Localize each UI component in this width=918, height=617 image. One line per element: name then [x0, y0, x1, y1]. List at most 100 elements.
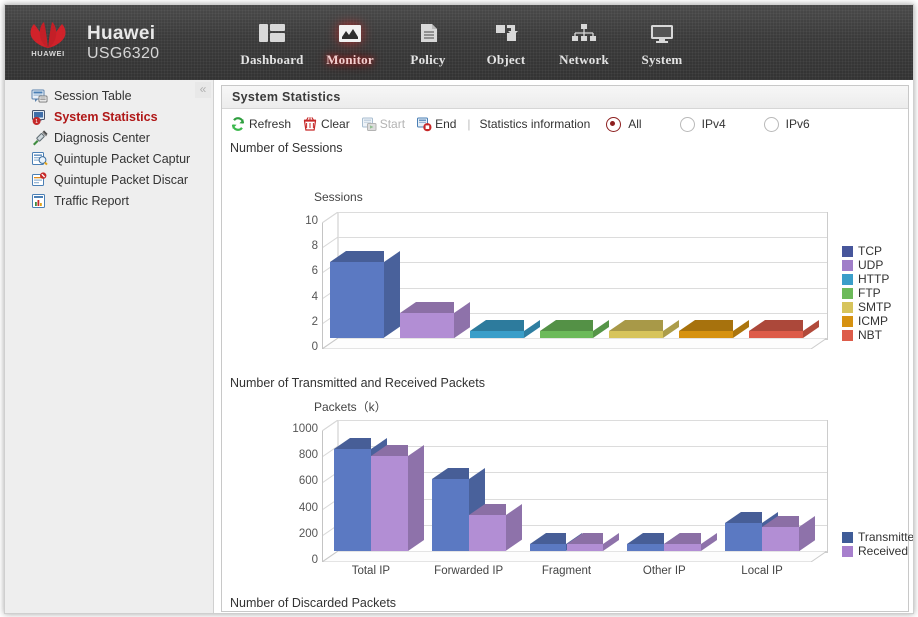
legend-swatch [842, 259, 853, 271]
nav-label-dashboard: Dashboard [240, 52, 304, 67]
page-title: System Statistics [222, 86, 908, 109]
toolbar-separator: | [467, 117, 471, 131]
y-axis-tick: 800 [298, 449, 318, 462]
x-axis-label: Total IP [351, 565, 391, 577]
end-button[interactable]: End [416, 116, 456, 132]
gridline [338, 287, 827, 289]
bar [330, 251, 400, 338]
legend-label: Received [858, 544, 909, 558]
sidebar-label-quintuple-packet-capture: Quintuple Packet Captur [54, 151, 191, 166]
legend-label: ICMP [858, 314, 888, 328]
radio-all-label: All [628, 117, 642, 131]
sidebar-item-diagnosis-center[interactable]: Diagnosis Center [5, 127, 213, 148]
sidebar-item-quintuple-packet-capture[interactable]: Quintuple Packet Captur [5, 148, 213, 169]
session-table-icon [31, 88, 48, 104]
nav-item-monitor[interactable]: Monitor [311, 18, 389, 76]
y-axis-tick: 4 [311, 290, 318, 303]
nav-label-policy: Policy [410, 52, 446, 67]
packets-chart-title: Packets（k） [314, 400, 387, 414]
start-button[interactable]: Start [361, 116, 405, 132]
legend-item: UDP [842, 258, 891, 272]
x-axis-label: Local IP [741, 565, 783, 577]
bar [725, 511, 779, 551]
monitor-chart-icon [335, 18, 365, 48]
svg-text:1: 1 [35, 119, 38, 125]
brand-model: USG6320 [87, 44, 160, 62]
legend-item: HTTP [842, 272, 891, 286]
x-axis-label: Other IP [642, 565, 686, 577]
y-axis-tick: 1000 [292, 423, 318, 435]
sidebar-item-system-statistics[interactable]: 1 System Statistics [5, 106, 213, 127]
brand-logo: HUAWEI Huawei USG6320 [17, 17, 217, 69]
gridline-connector [321, 236, 339, 249]
refresh-button[interactable]: Refresh [230, 116, 291, 132]
y-axis-tick: 10 [305, 215, 318, 227]
sidebar-label-session-table: Session Table [54, 88, 132, 103]
start-icon [361, 116, 377, 132]
y-axis-tick: 600 [298, 475, 318, 488]
legend-label: HTTP [858, 272, 890, 286]
legend-item: SMTP [842, 300, 891, 314]
system-statistics-panel: System Statistics Refresh Clear Start En… [221, 85, 913, 612]
sessions-chart: Sessions 0 2 4 6 8 10 TCP UDP HTTP FTP SMTP ICMP NB… [222, 190, 908, 370]
clear-label: Clear [321, 117, 350, 131]
radio-all[interactable]: All [606, 116, 642, 132]
sidebar-label-quintuple-packet-discard: Quintuple Packet Discar [54, 172, 189, 187]
legend-label: TCP [858, 244, 882, 258]
bar [566, 533, 620, 551]
radio-all-dot [606, 116, 622, 132]
nav-item-system[interactable]: System [623, 18, 701, 76]
end-icon [416, 116, 432, 132]
sidebar-item-traffic-report[interactable]: Traffic Report [5, 190, 213, 211]
gridline [338, 420, 827, 421]
plot-floor [320, 337, 829, 350]
sidebar-menu: Session Table 1 System Statistics Diagno… [5, 85, 213, 211]
packets-plot-area: 0 200 400 600 800 1000 Total IP Forwarded IP Fra… [292, 419, 829, 577]
syringe-icon [31, 129, 48, 146]
app-header: HUAWEI Huawei USG6320 Dashboard Monitor … [5, 5, 913, 80]
sessions-plot-area: 0 2 4 6 8 10 [305, 211, 829, 353]
packet-capture-icon [31, 151, 48, 167]
plot-floor [320, 550, 829, 563]
legend-label: Transmitted [858, 530, 914, 544]
legend-label: NBT [858, 328, 882, 342]
section-label-packets: Number of Transmitted and Received Packe… [230, 376, 485, 390]
clear-button[interactable]: Clear [302, 116, 350, 132]
nav-item-network[interactable]: Network [545, 18, 623, 76]
nav-item-object[interactable]: Object [467, 18, 545, 76]
refresh-icon [230, 116, 246, 132]
legend-swatch [842, 315, 853, 327]
object-blocks-icon [491, 18, 521, 48]
radio-ipv4[interactable]: IPv4 [679, 116, 726, 132]
y-axis-tick: 0 [311, 554, 318, 566]
y-axis-tick: 200 [298, 527, 318, 540]
y-axis-tick: 2 [311, 315, 318, 328]
system-monitor-icon [647, 18, 677, 48]
huawei-usg-console: HUAWEI Huawei USG6320 Dashboard Monitor … [4, 4, 914, 614]
nav-label-network: Network [559, 52, 609, 67]
legend-item: Received [842, 544, 913, 558]
x-axis-label: Fragment [541, 565, 592, 577]
huawei-logo-icon: HUAWEI [17, 19, 79, 67]
legend-swatch [842, 287, 853, 299]
gridline-connector [321, 211, 339, 224]
sidebar-item-quintuple-packet-discard[interactable]: Quintuple Packet Discar [5, 169, 213, 190]
nav-item-dashboard[interactable]: Dashboard [233, 18, 311, 76]
system-statistics-icon: 1 [31, 109, 48, 125]
bar [468, 504, 522, 551]
y-axis-tick: 6 [311, 265, 318, 278]
network-tree-icon [569, 18, 599, 48]
legend-label: UDP [858, 258, 884, 272]
nav-item-policy[interactable]: Policy [389, 18, 467, 76]
sidebar-item-session-table[interactable]: Session Table [5, 85, 213, 106]
bar [469, 320, 540, 338]
legend-swatch [842, 245, 853, 257]
legend-item: TCP [842, 244, 891, 258]
dashboard-icon [257, 18, 287, 48]
radio-ipv6[interactable]: IPv6 [763, 116, 810, 132]
bar [627, 533, 681, 551]
bar [679, 320, 750, 338]
y-axis [322, 223, 323, 349]
traffic-report-icon [31, 193, 48, 209]
legend-item: ICMP [842, 314, 891, 328]
